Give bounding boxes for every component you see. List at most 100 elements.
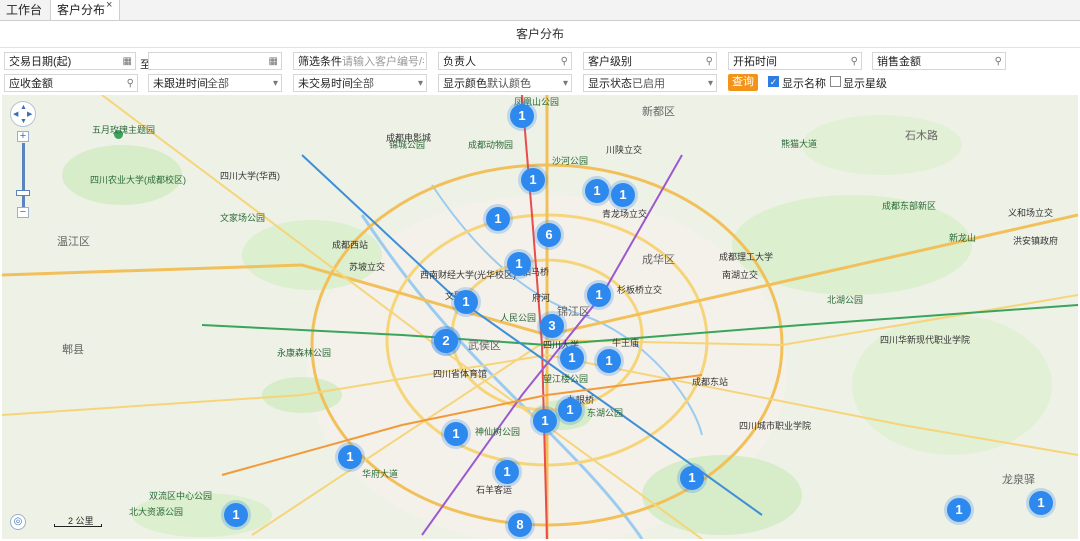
zoom-out-button[interactable]: −	[17, 207, 29, 218]
place-label: 成都西站	[332, 240, 369, 250]
customer-cluster-marker[interactable]: 1	[585, 179, 609, 203]
place-label: 石木路	[905, 130, 938, 142]
place-label: 成都东部新区	[882, 201, 937, 211]
place-label: 熊猫大道	[781, 139, 818, 149]
zoom-slider-handle[interactable]	[16, 190, 30, 196]
place-label: 沙河公园	[552, 156, 589, 166]
place-label: 北大资源公园	[129, 507, 184, 517]
customer-cluster-marker[interactable]: 1	[507, 252, 531, 276]
search-icon[interactable]: ⚲	[995, 55, 1002, 69]
receivable-amount-field[interactable]: 应收金额 ⚲	[4, 74, 138, 92]
search-icon[interactable]: ⚲	[127, 77, 134, 91]
customer-cluster-marker[interactable]: 8	[508, 513, 532, 537]
customer-cluster-marker[interactable]: 1	[558, 398, 582, 422]
map-background	[2, 95, 1078, 539]
zoom-in-button[interactable]: +	[17, 131, 29, 142]
customer-cluster-marker[interactable]: 1	[587, 283, 611, 307]
no-follow-time-select[interactable]: 未跟进时间 全部 ▾	[148, 74, 282, 92]
arrow-left-icon[interactable]: ◀	[13, 111, 18, 118]
search-icon[interactable]: ⚲	[851, 55, 858, 69]
open-time-label: 开拓时间	[733, 56, 777, 68]
receivable-amount-label: 应收金额	[9, 78, 53, 90]
search-icon[interactable]: ⚲	[706, 55, 713, 69]
place-label: 北湖公园	[827, 295, 864, 305]
place-label: 神仙树公园	[475, 427, 521, 437]
place-label: 杉板桥立交	[617, 285, 663, 295]
show-star-label: 显示星级	[843, 78, 887, 90]
customer-cluster-marker[interactable]: 1	[560, 346, 584, 370]
screen-condition-field[interactable]: 筛选条件 请输入客户编号/名	[293, 52, 427, 70]
customer-cluster-marker[interactable]: 1	[495, 460, 519, 484]
arrow-down-icon[interactable]: ▼	[20, 118, 27, 125]
search-icon[interactable]: ⚲	[561, 55, 568, 69]
chevron-down-icon[interactable]: ▾	[418, 77, 423, 91]
query-button[interactable]: 查询	[728, 74, 758, 91]
calendar-icon[interactable]: ▦	[269, 55, 278, 69]
place-label: 义和场立交	[1008, 208, 1054, 218]
trade-date-start-field[interactable]: 交易日期(起) ▦	[4, 52, 136, 70]
customer-cluster-marker[interactable]: 1	[533, 409, 557, 433]
customer-cluster-marker[interactable]: 1	[611, 183, 635, 207]
place-label: 石羊客运	[476, 485, 513, 495]
chevron-down-icon[interactable]: ▾	[708, 77, 713, 91]
chevron-down-icon[interactable]: ▾	[273, 77, 278, 91]
close-icon[interactable]: ×	[106, 0, 112, 11]
owner-field[interactable]: 负责人 ⚲	[438, 52, 572, 70]
trade-date-end-field[interactable]: ▦	[148, 52, 282, 70]
place-label: 南湖立交	[722, 270, 759, 280]
customer-cluster-marker[interactable]: 3	[540, 314, 564, 338]
screen-condition-label: 筛选条件	[298, 56, 342, 68]
no-trade-time-value: 全部	[352, 78, 374, 90]
place-label: 青龙场立交	[602, 209, 648, 219]
place-label: 五月玫瑰主题园	[92, 125, 156, 135]
display-color-value: 默认颜色	[487, 78, 531, 90]
customer-cluster-marker[interactable]: 1	[680, 466, 704, 490]
customer-level-label: 客户级别	[588, 56, 632, 68]
district-label: 锦江区	[557, 306, 590, 318]
customer-cluster-marker[interactable]: 1	[338, 445, 362, 469]
customer-cluster-marker[interactable]: 1	[454, 290, 478, 314]
place-label: 文家场公园	[220, 213, 266, 223]
display-color-label: 显示颜色	[443, 78, 487, 90]
customer-cluster-marker[interactable]: 1	[947, 498, 971, 522]
screen-condition-input[interactable]: 请输入客户编号/名	[342, 55, 424, 69]
trade-date-start-label: 交易日期(起)	[9, 56, 72, 68]
display-status-label: 显示状态	[588, 78, 632, 90]
place-label: 华府大道	[362, 469, 399, 479]
no-follow-time-value: 全部	[207, 78, 229, 90]
pan-control[interactable]: ▲ ▼ ◀ ▶	[10, 101, 36, 127]
place-label: 四川大学(华西)	[220, 171, 280, 181]
place-label: 四川农业大学(成都校区)	[90, 175, 186, 185]
customer-cluster-marker[interactable]: 6	[537, 223, 561, 247]
customer-cluster-marker[interactable]: 1	[444, 422, 468, 446]
calendar-icon[interactable]: ▦	[123, 55, 132, 69]
customer-cluster-marker[interactable]: 1	[224, 503, 248, 527]
customer-cluster-marker[interactable]: 2	[434, 329, 458, 353]
place-label: 四川省体育馆	[433, 369, 488, 379]
sales-amount-field[interactable]: 销售金额 ⚲	[872, 52, 1006, 70]
arrow-right-icon[interactable]: ▶	[27, 111, 32, 118]
show-name-label: 显示名称	[782, 78, 826, 90]
locate-icon[interactable]: ◎	[10, 514, 26, 530]
show-star-checkbox[interactable]	[830, 76, 841, 87]
arrow-up-icon[interactable]: ▲	[20, 104, 27, 111]
display-status-select[interactable]: 显示状态 已启用 ▾	[583, 74, 717, 92]
show-name-checkbox[interactable]: ✓	[768, 76, 779, 87]
customer-cluster-marker[interactable]: 1	[1029, 491, 1053, 515]
district-label: 温江区	[57, 236, 90, 248]
customer-cluster-marker[interactable]: 1	[521, 168, 545, 192]
place-label: 洪安镇政府	[1013, 236, 1059, 246]
zoom-slider-track[interactable]	[22, 143, 25, 208]
customer-level-field[interactable]: 客户级别 ⚲	[583, 52, 717, 70]
customer-map[interactable]: 温江区 锦江区 武侯区 成华区 郫县 新都区 五月玫瑰主题园 四川农业大学(成都…	[2, 95, 1078, 539]
chevron-down-icon[interactable]: ▾	[563, 77, 568, 91]
place-label: 成都电影城	[386, 133, 432, 143]
place-label: 四川城市职业学院	[739, 421, 812, 431]
place-label: 人民公园	[500, 313, 537, 323]
no-trade-time-select[interactable]: 未交易时间 全部 ▾	[293, 74, 427, 92]
display-color-select[interactable]: 显示颜色 默认颜色 ▾	[438, 74, 572, 92]
customer-cluster-marker[interactable]: 1	[486, 207, 510, 231]
customer-cluster-marker[interactable]: 1	[597, 349, 621, 373]
customer-cluster-marker[interactable]: 1	[510, 104, 534, 128]
open-time-field[interactable]: 开拓时间 ⚲	[728, 52, 862, 70]
